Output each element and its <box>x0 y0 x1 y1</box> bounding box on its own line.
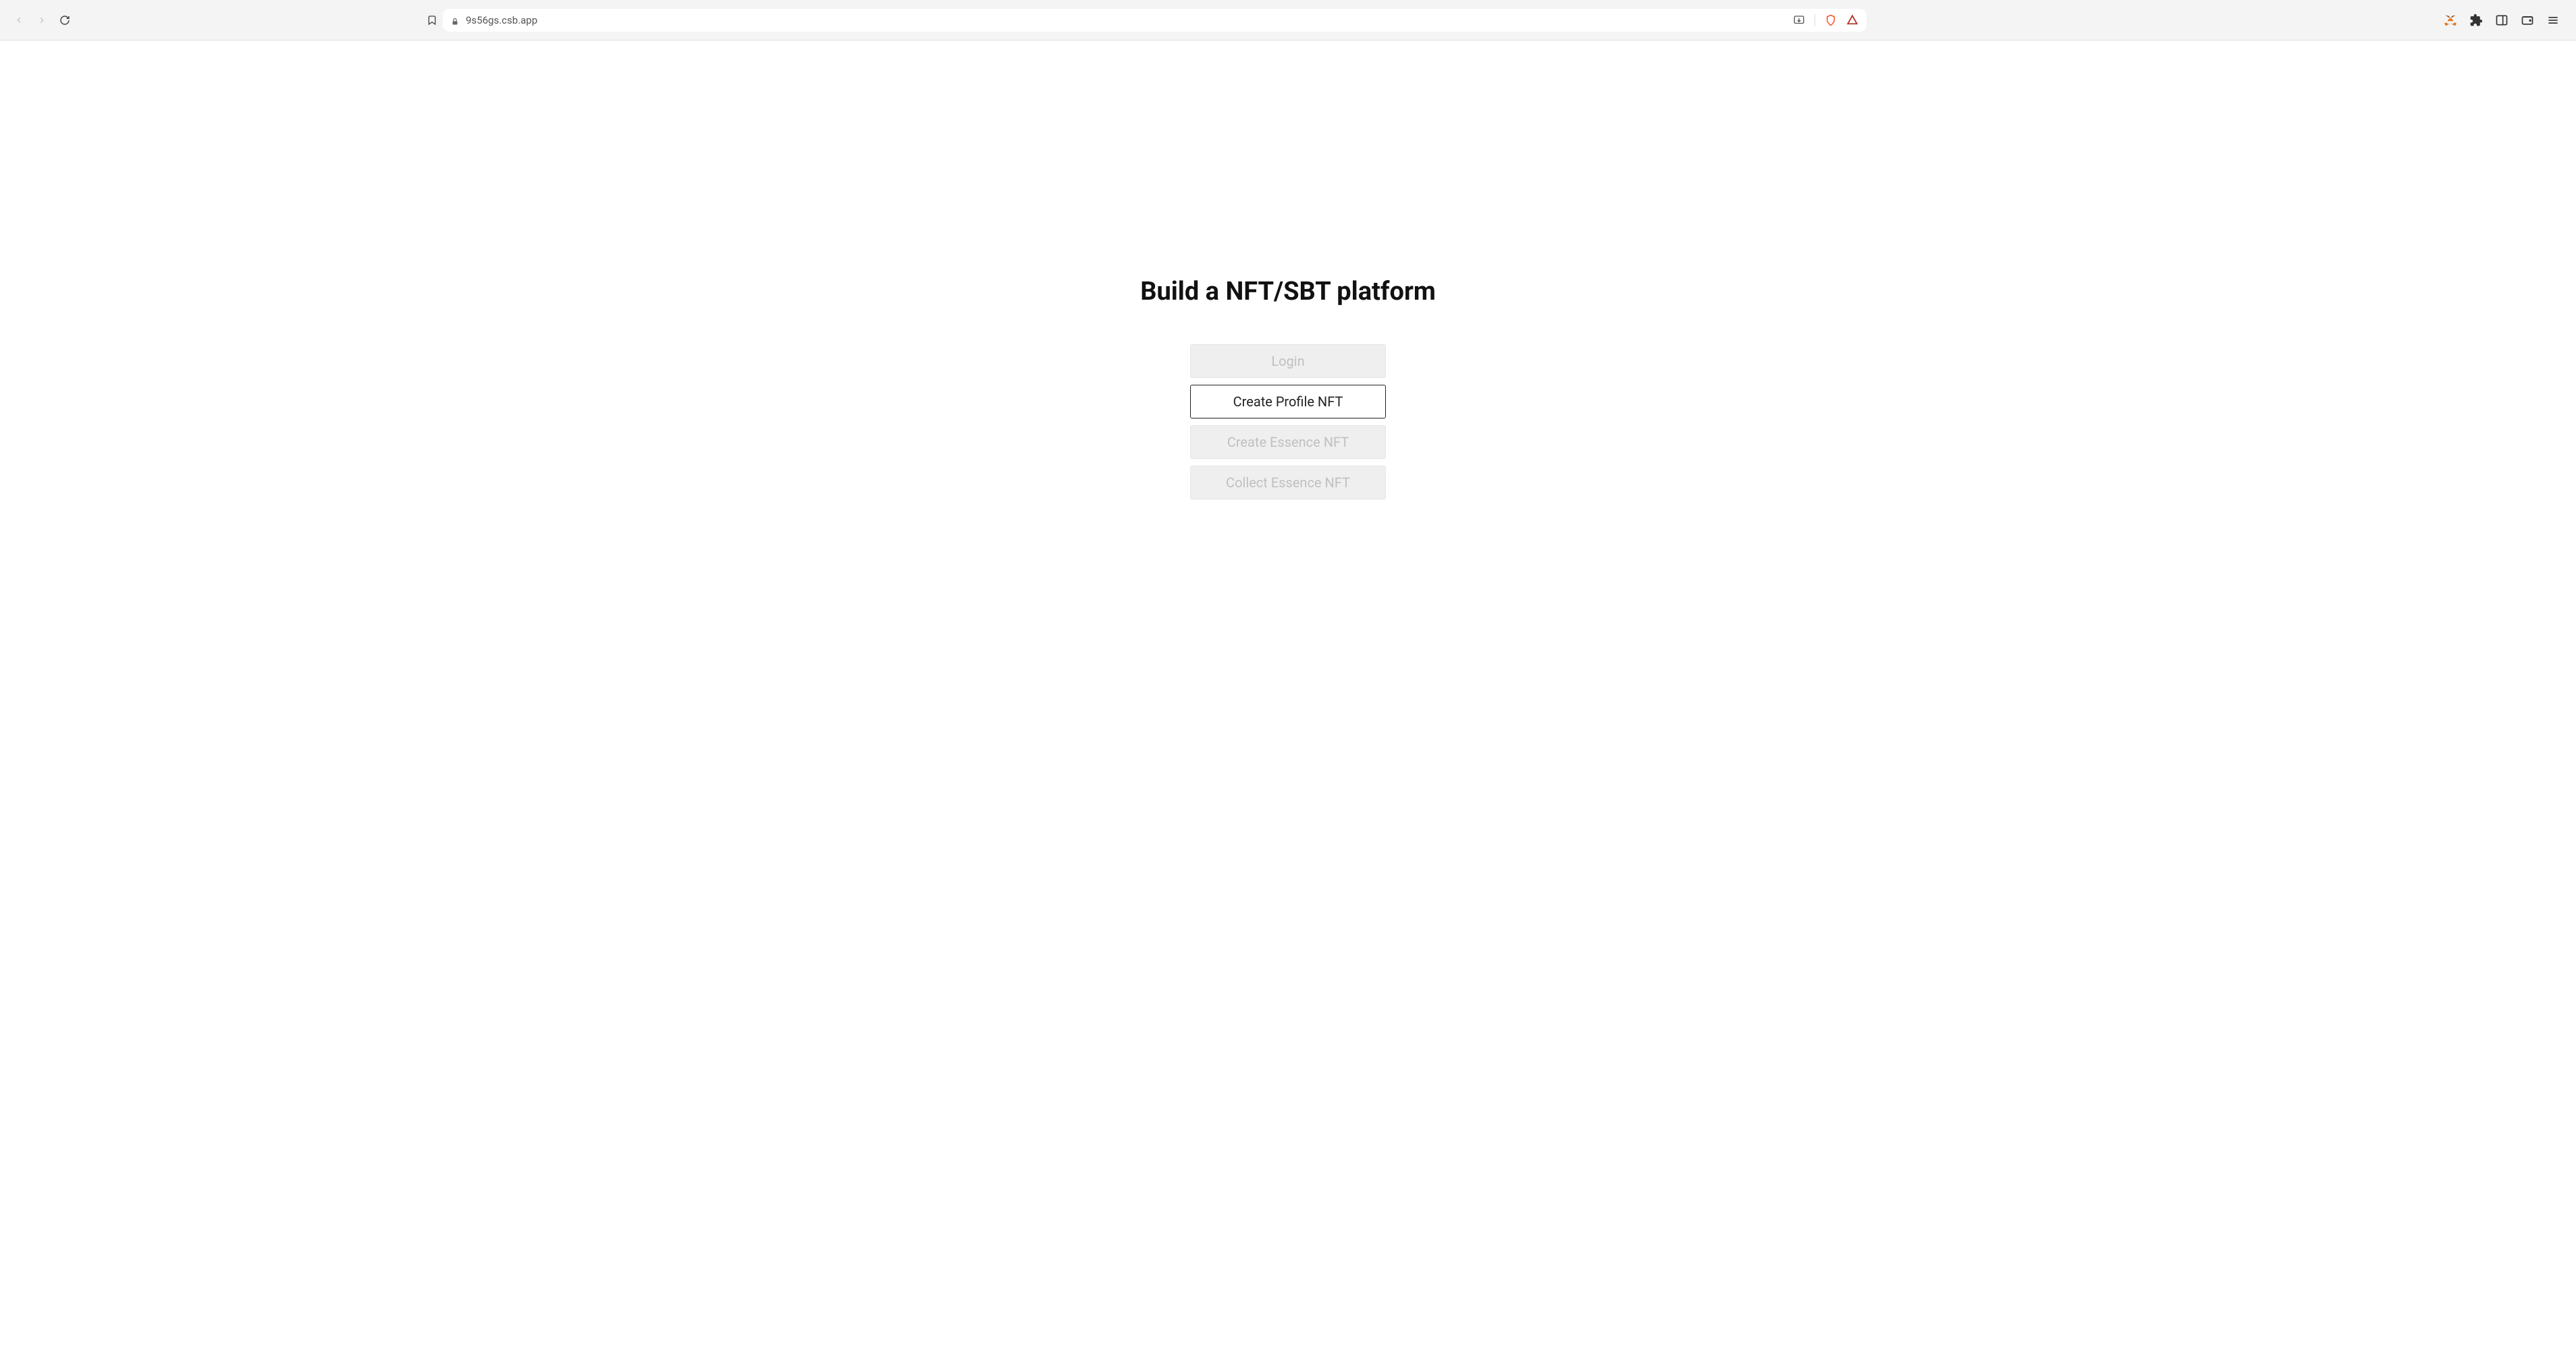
address-bar[interactable]: 9s56gs.csb.app <box>443 9 1867 32</box>
login-button[interactable]: Login <box>1190 344 1386 378</box>
login-button-label: Login <box>1271 353 1304 369</box>
sidepanel-icon[interactable] <box>2495 13 2508 27</box>
install-app-icon[interactable] <box>1793 14 1805 26</box>
create-profile-nft-button[interactable]: Create Profile NFT <box>1190 385 1386 418</box>
extensions-icon[interactable] <box>2469 13 2483 27</box>
button-stack: Login Create Profile NFT Create Essence … <box>1190 344 1386 499</box>
bookmark-icon[interactable] <box>427 15 437 26</box>
wallet-icon[interactable] <box>2521 13 2534 27</box>
collect-essence-nft-label: Collect Essence NFT <box>1226 475 1350 491</box>
menu-icon[interactable] <box>2546 13 2560 27</box>
back-button[interactable] <box>14 15 24 26</box>
forward-button[interactable] <box>36 15 47 26</box>
collect-essence-nft-button[interactable]: Collect Essence NFT <box>1190 466 1386 499</box>
metamask-extension-icon[interactable] <box>2444 13 2457 27</box>
reload-button[interactable] <box>59 15 70 26</box>
lock-icon <box>451 16 459 24</box>
nav-controls <box>14 15 70 26</box>
address-right-icons <box>1793 14 1858 26</box>
address-bar-wrapper: 9s56gs.csb.app <box>427 9 1867 32</box>
browser-toolbar: 9s56gs.csb.app <box>0 0 2576 40</box>
url-text: 9s56gs.csb.app <box>466 14 1786 26</box>
brave-rewards-icon[interactable] <box>1846 14 1858 26</box>
page-title: Build a NFT/SBT platform <box>1140 277 1436 306</box>
toolbar-right <box>2444 13 2562 27</box>
brave-shield-icon[interactable] <box>1825 14 1837 26</box>
create-profile-nft-label: Create Profile NFT <box>1233 394 1343 410</box>
page-content: Build a NFT/SBT platform Login Create Pr… <box>0 40 2576 499</box>
create-essence-nft-button[interactable]: Create Essence NFT <box>1190 425 1386 459</box>
create-essence-nft-label: Create Essence NFT <box>1227 434 1349 450</box>
